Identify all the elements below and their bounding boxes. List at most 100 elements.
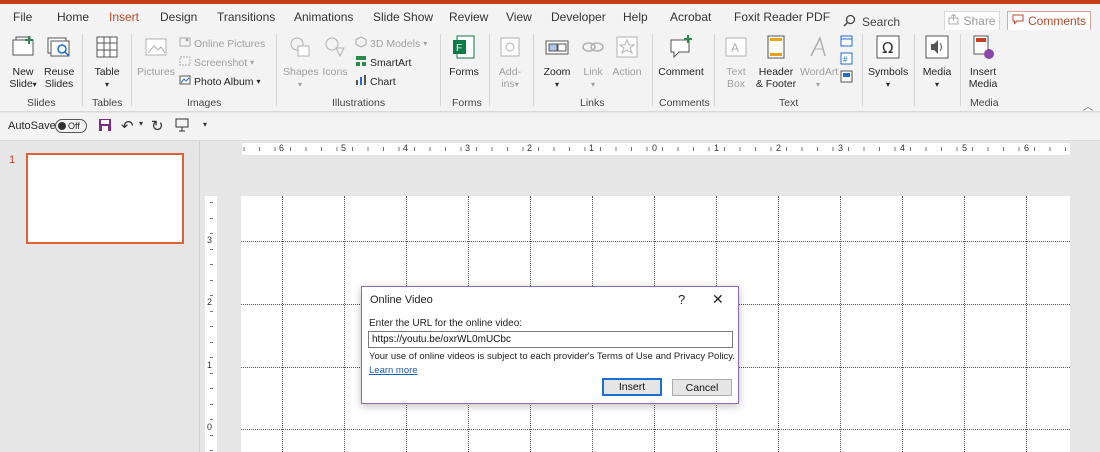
smartart-icon [355,55,367,70]
header-footer-button[interactable]: Header & Footer [754,34,798,90]
media-button[interactable]: Media ▾ [920,34,954,91]
reuse-slides-label: Reuse Slides [44,66,75,90]
ruler-tick [210,233,213,234]
save-icon[interactable] [98,118,112,135]
tab-acrobat[interactable]: Acrobat [670,10,711,24]
shapes-button[interactable]: Shapes ▾ [283,34,319,91]
media-dropdown-arrow: ▾ [934,80,939,89]
insert-button[interactable]: Insert [602,378,662,396]
action-button[interactable]: Action [610,34,644,78]
tab-insert[interactable]: Insert [109,10,139,24]
search-label: Search [862,15,901,29]
pictures-button[interactable]: Pictures [137,34,175,78]
shapes-label: Shapes [283,66,319,78]
symbols-button[interactable]: Ω Symbols ▾ [868,34,908,91]
ruler-tick [210,341,213,343]
table-label: Table [94,66,120,78]
search-box[interactable]: Search [843,14,900,30]
gridline-horizontal [241,429,1070,430]
tab-help[interactable]: Help [623,10,648,24]
ruler-tick [210,372,213,374]
chart-label: Chart [370,75,396,88]
group-separator [533,34,534,106]
slide-number: 1 [9,154,16,166]
new-slide-button[interactable]: New Slide▾ [6,34,40,91]
screenshot-button[interactable]: Screenshot ▾ [179,55,254,70]
group-separator [714,34,715,106]
vertical-ruler: 3 2 1 0 [205,196,217,452]
tab-view[interactable]: View [506,10,532,24]
svg-text:#: # [843,55,848,64]
tab-foxit-reader-pdf[interactable]: Foxit Reader PDF [734,10,830,24]
ruler-tick [210,202,213,203]
wordart-label: WordArt [800,66,839,78]
online-video-dialog: Online Video ? ✕ Enter the URL for the o… [361,286,739,404]
link-button[interactable]: Link ▾ [578,34,608,91]
text-box-button[interactable]: A Text Box [721,34,751,90]
ruler-number: 4 [900,143,906,153]
ruler-number: 1 [714,143,720,153]
date-time-button[interactable] [840,34,853,50]
group-label-media: Media [970,97,999,109]
tab-animations[interactable]: Animations [294,10,353,24]
chart-button[interactable]: Chart [355,74,396,89]
screenshot-label: Screenshot [194,56,248,69]
photo-album-dropdown-arrow: ▾ [256,77,261,86]
tab-review[interactable]: Review [449,10,488,24]
tab-slide-show[interactable]: Slide Show [373,10,433,24]
customize-qat-icon[interactable]: ▾ [203,120,207,129]
comments-button[interactable]: Comments [1007,11,1091,31]
icons-button[interactable]: Icons [320,34,350,78]
autosave-toggle[interactable]: Off [55,119,87,133]
gridline-vertical [282,196,283,452]
share-label: Share [963,14,996,28]
tab-developer[interactable]: Developer [551,10,606,24]
smartart-button[interactable]: SmartArt [355,55,411,70]
group-separator [489,34,490,106]
zoom-button[interactable]: Zoom ▾ [540,34,574,91]
group-separator [276,34,277,106]
table-button[interactable]: Table ▾ [90,34,124,91]
slide-thumbnail-pane: 1 [0,141,200,452]
smartart-label: SmartArt [370,56,412,69]
object-button[interactable] [840,70,853,86]
group-separator [914,34,915,106]
addins-button[interactable]: Add- ins▾ [495,34,525,91]
gridline-vertical [840,196,841,452]
undo-icon[interactable]: ↶ [121,117,134,135]
ruler-tick [210,419,213,420]
comment-button[interactable]: Comment [657,34,705,78]
insert-media-label: Insert Media [968,66,998,90]
close-icon[interactable]: ✕ [712,291,724,308]
tab-transitions[interactable]: Transitions [217,10,275,24]
photo-album-button[interactable]: Photo Album ▾ [179,74,261,89]
help-icon[interactable]: ? [678,292,685,307]
tab-file[interactable]: File [13,10,32,24]
present-from-start-icon[interactable] [175,118,189,135]
tab-home[interactable]: Home [57,10,89,24]
horizontal-ruler: 6 5 4 3 2 1 0 1 2 3 4 5 6 [242,143,1070,155]
slide-number-button[interactable]: # [840,52,853,68]
online-pictures-button[interactable]: Online Pictures [179,36,265,51]
wordart-button[interactable]: WordArt ▾ [800,34,839,91]
table-icon [90,34,124,63]
insert-media-button[interactable]: Insert Media [963,34,1003,90]
svg-text:A: A [731,41,739,55]
gridline-vertical [902,196,903,452]
undo-dropdown-icon[interactable]: ▾ [139,119,143,128]
chart-icon [355,74,367,89]
wordart-dropdown-arrow: ▾ [815,80,820,89]
redo-icon[interactable]: ↻ [151,117,164,135]
share-button[interactable]: Share [944,11,1000,31]
slide-thumbnail[interactable] [26,153,184,244]
collapse-ribbon-icon[interactable]: ︿ [1083,98,1093,113]
learn-more-link[interactable]: Learn more [369,365,418,376]
share-icon [948,13,959,28]
3d-models-button[interactable]: 3D Models ▾ [355,36,427,51]
tab-design[interactable]: Design [160,10,197,24]
forms-button[interactable]: F Forms [447,34,481,78]
cancel-button[interactable]: Cancel [672,379,732,396]
reuse-slides-button[interactable]: Reuse Slides [44,34,74,90]
group-label-comments: Comments [659,97,710,109]
url-input[interactable] [368,331,733,348]
